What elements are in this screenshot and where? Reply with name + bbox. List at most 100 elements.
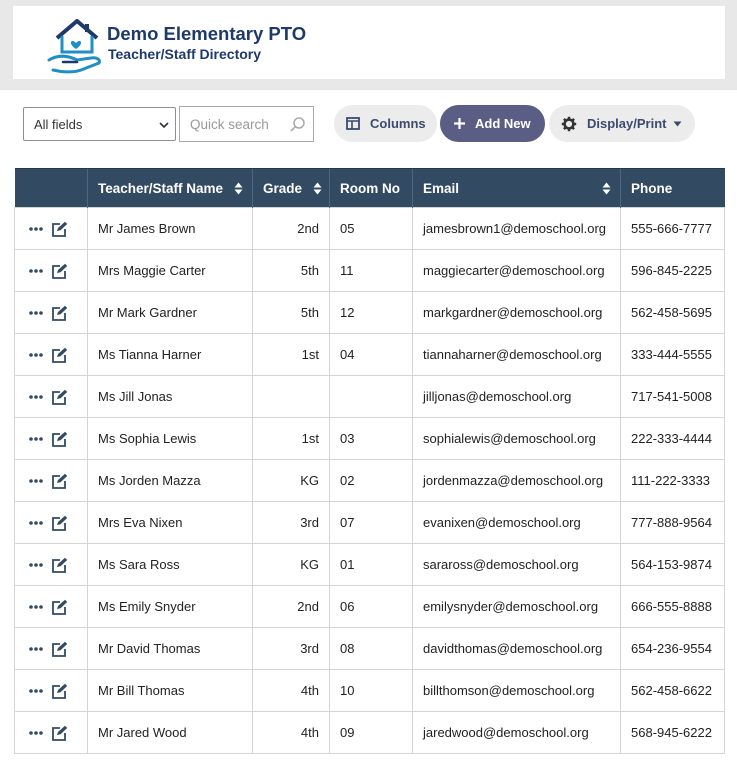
more-options-icon[interactable] (29, 646, 43, 651)
staff-name-cell: Ms Tianna Harner (87, 333, 253, 376)
table-body: Mr James Brown 2nd 05 jamesbrown1@demoschoo… (14, 207, 725, 754)
row-actions-cell (14, 291, 88, 334)
phone-cell: 562-458-5695 (620, 291, 725, 334)
staff-name-cell: Ms Jill Jonas (87, 375, 253, 418)
column-header-email[interactable]: Email (412, 168, 621, 208)
more-options-icon[interactable] (29, 604, 43, 609)
table-row: Mr James Brown 2nd 05 jamesbrown1@demoschoo… (14, 207, 725, 250)
columns-button-label: Columns (370, 116, 426, 131)
table-row: Mr David Thomas 3rd 08 davidthomas@demoscho… (14, 627, 725, 670)
staff-name-cell: Mr James Brown (87, 207, 253, 250)
grade-cell: 2nd (252, 207, 330, 250)
columns-icon (346, 117, 360, 130)
email-cell: davidthomas@demoschool.org (412, 627, 621, 670)
plus-icon (454, 118, 465, 129)
edit-icon[interactable] (51, 599, 68, 615)
more-options-icon[interactable] (29, 730, 43, 735)
column-header-grade[interactable]: Grade (252, 168, 330, 208)
display-print-button[interactable]: Display/Print (549, 105, 695, 142)
grade-cell: 1st (252, 417, 330, 460)
gear-icon (561, 116, 577, 132)
more-options-icon[interactable] (29, 268, 43, 273)
staff-name-cell: Mr Bill Thomas (87, 669, 253, 712)
room-cell: 05 (329, 207, 413, 250)
grade-cell: 1st (252, 333, 330, 376)
more-options-icon[interactable] (29, 688, 43, 693)
grade-cell: 2nd (252, 585, 330, 628)
edit-icon[interactable] (51, 641, 68, 657)
staff-name-cell: Ms Sara Ross (87, 543, 253, 586)
column-header-phone[interactable]: Phone (620, 168, 725, 208)
more-options-icon[interactable] (29, 436, 43, 441)
house-in-hand-logo-icon (47, 19, 101, 74)
column-header-name[interactable]: Teacher/Staff Name (87, 168, 253, 208)
more-options-icon[interactable] (29, 310, 43, 315)
columns-button[interactable]: Columns (334, 105, 437, 142)
edit-icon[interactable] (51, 263, 68, 279)
more-options-icon[interactable] (29, 226, 43, 231)
staff-name-cell: Ms Sophia Lewis (87, 417, 253, 460)
staff-name-cell: Ms Emily Snyder (87, 585, 253, 628)
column-header-room[interactable]: Room No (329, 168, 413, 208)
phone-cell: 111-222-3333 (620, 459, 725, 502)
column-header-actions (14, 168, 88, 208)
grade-cell (252, 375, 330, 418)
email-cell: sophialewis@demoschool.org (412, 417, 621, 460)
room-cell (329, 375, 413, 418)
phone-cell: 562-458-6622 (620, 669, 725, 712)
sort-icon (602, 182, 611, 195)
row-actions-cell (14, 711, 88, 754)
table-row: Ms Emily Snyder 2nd 06 emilysnyder@demoscho… (14, 585, 725, 628)
edit-icon[interactable] (51, 683, 68, 699)
room-cell: 10 (329, 669, 413, 712)
more-options-icon[interactable] (29, 352, 43, 357)
edit-icon[interactable] (51, 515, 68, 531)
table-row: Ms Sophia Lewis 1st 03 sophialewis@demoscho… (14, 417, 725, 460)
edit-icon[interactable] (51, 557, 68, 573)
org-title: Demo Elementary PTO (107, 23, 307, 44)
staff-name-cell: Mrs Eva Nixen (87, 501, 253, 544)
edit-icon[interactable] (51, 431, 68, 447)
room-cell: 12 (329, 291, 413, 334)
row-actions-cell (14, 585, 88, 628)
grade-cell: 4th (252, 669, 330, 712)
table-row: Ms Jorden Mazza KG 02 jordenmazza@demoschoo… (14, 459, 725, 502)
table-header-row: Teacher/Staff Name Grade Room No Email P… (14, 168, 725, 208)
row-actions-cell (14, 669, 88, 712)
room-cell: 04 (329, 333, 413, 376)
table-row: Mr Jared Wood 4th 09 jaredwood@demoschool.o… (14, 711, 725, 754)
column-header-email-label: Email (423, 180, 460, 196)
table-row: Mrs Maggie Carter 5th 11 maggiecarter@demos… (14, 249, 725, 292)
more-options-icon[interactable] (29, 478, 43, 483)
edit-icon[interactable] (51, 725, 68, 741)
edit-icon[interactable] (51, 221, 68, 237)
email-cell: jamesbrown1@demoschool.org (412, 207, 621, 250)
quick-search-placeholder: Quick search (190, 117, 269, 132)
add-new-button[interactable]: Add New (440, 105, 545, 142)
edit-icon[interactable] (51, 305, 68, 321)
grade-cell: 3rd (252, 627, 330, 670)
email-cell: maggiecarter@demoschool.org (412, 249, 621, 292)
edit-icon[interactable] (51, 389, 68, 405)
edit-icon[interactable] (51, 347, 68, 363)
edit-icon[interactable] (51, 473, 68, 489)
phone-cell: 564-153-9874 (620, 543, 725, 586)
room-cell: 03 (329, 417, 413, 460)
grade-cell: KG (252, 459, 330, 502)
sort-icon (234, 182, 243, 195)
more-options-icon[interactable] (29, 520, 43, 525)
email-cell: jordenmazza@demoschool.org (412, 459, 621, 502)
more-options-icon[interactable] (29, 394, 43, 399)
table-row: Ms Tianna Harner 1st 04 tiannaharner@demosc… (14, 333, 725, 376)
email-cell: emilysnyder@demoschool.org (412, 585, 621, 628)
email-cell: billthomson@demoschool.org (412, 669, 621, 712)
email-cell: jaredwood@demoschool.org (412, 711, 621, 754)
quick-search-input[interactable]: Quick search (179, 106, 314, 142)
table-row: Mr Bill Thomas 4th 10 billthomson@demoschoo… (14, 669, 725, 712)
search-field-select[interactable]: All fields (23, 107, 176, 141)
phone-cell: 596-845-2225 (620, 249, 725, 292)
phone-cell: 654-236-9554 (620, 627, 725, 670)
phone-cell: 777-888-9564 (620, 501, 725, 544)
grade-cell: KG (252, 543, 330, 586)
more-options-icon[interactable] (29, 562, 43, 567)
